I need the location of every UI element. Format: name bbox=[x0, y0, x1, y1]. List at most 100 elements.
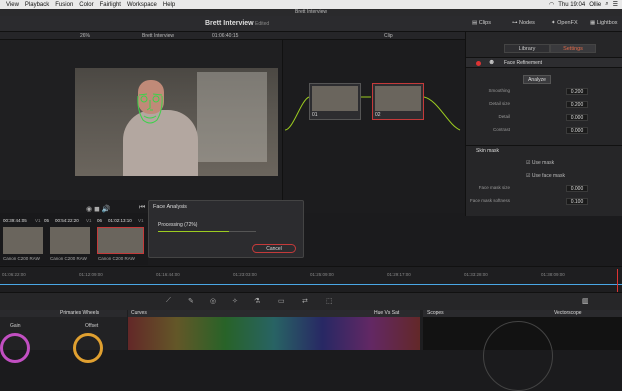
node-02[interactable]: 02 bbox=[372, 83, 424, 120]
blur-tool-icon[interactable]: ▭ bbox=[278, 297, 285, 305]
video-frame[interactable] bbox=[75, 68, 278, 176]
tracker-tool-icon[interactable]: ✧ bbox=[232, 297, 238, 305]
system-menu-bar: View Playback Fusion Color Fairlight Wor… bbox=[0, 0, 622, 9]
sizing-tool-icon[interactable]: ⬚ bbox=[326, 297, 333, 305]
use-face-mask-checkbox[interactable]: ☑ Use face mask bbox=[526, 173, 565, 179]
menu-list-icon[interactable]: ☰ bbox=[613, 1, 618, 8]
timeline-tick-label: 01:12:09:00 bbox=[79, 272, 103, 277]
clip-number: 06 bbox=[97, 218, 103, 223]
audio-icon[interactable]: ◉ ◼ 🔊 bbox=[86, 206, 111, 213]
hue-vs-sat-curve[interactable] bbox=[128, 317, 420, 350]
node-connections bbox=[284, 96, 461, 131]
menu-workspace[interactable]: Workspace bbox=[127, 2, 157, 8]
curves-header: Curves Hue Vs Sat bbox=[128, 310, 420, 317]
scope-type-dropdown[interactable]: Vectorscope bbox=[554, 310, 582, 317]
clips-button[interactable]: ▤ Clips bbox=[472, 20, 491, 26]
clip-timecode: 00:39:44:05 bbox=[3, 218, 27, 223]
key-tool-icon[interactable]: ⇄ bbox=[302, 297, 308, 305]
user-name[interactable]: Ollie bbox=[589, 2, 601, 8]
magic-mask-icon[interactable]: ⚗ bbox=[254, 297, 260, 305]
menu-fairlight[interactable]: Fairlight bbox=[100, 2, 121, 8]
timeline-tick-label: 01:25:09:00 bbox=[310, 272, 334, 277]
clip-timecode: 01:02:13:10 bbox=[108, 218, 132, 223]
zoom-level[interactable]: 26% bbox=[80, 33, 90, 39]
contrast-row: Contrast bbox=[492, 127, 510, 132]
smoothing-value[interactable]: 0.200 bbox=[566, 88, 588, 95]
clip-label: Canon C200 RAW bbox=[3, 256, 40, 261]
offset-label: Offset bbox=[85, 323, 99, 329]
clip-strip: 00:39:44:05 V1 05 00:54:22:20 V1 06 01:0… bbox=[0, 213, 148, 265]
wifi-icon[interactable]: ◠ bbox=[549, 1, 554, 8]
vectorscope-circle bbox=[483, 321, 553, 391]
detail-row: Detail bbox=[498, 114, 510, 119]
clip-label: Canon C200 RAW bbox=[98, 256, 135, 261]
detail-size-value[interactable]: 0.200 bbox=[566, 101, 588, 108]
clock[interactable]: Thu 19:04 bbox=[558, 2, 585, 8]
clip-thumbnail[interactable] bbox=[50, 227, 90, 254]
window-tool-icon[interactable]: ◎ bbox=[210, 297, 216, 305]
section-header: ☻ Face Refinement bbox=[466, 57, 622, 68]
contrast-value[interactable]: 0.000 bbox=[566, 127, 588, 134]
menu-playback[interactable]: Playback bbox=[25, 2, 49, 8]
processing-status: Processing (72%) bbox=[158, 222, 198, 228]
viewer-header: 26% Brett Interview 01:06:40:15 Clip bbox=[0, 32, 465, 40]
clip-timecode: 00:54:22:20 bbox=[55, 218, 79, 223]
node-01[interactable]: 01 bbox=[309, 83, 361, 120]
clip-thumbnail[interactable] bbox=[3, 227, 43, 254]
face-icon: ☻ bbox=[488, 59, 496, 66]
menu-fusion[interactable]: Fusion bbox=[55, 2, 73, 8]
curves-tool-icon[interactable]: ⟋ bbox=[166, 297, 171, 305]
timeline-tick-label: 01:23:03:00 bbox=[233, 272, 257, 277]
tab-settings[interactable]: Settings bbox=[550, 44, 596, 53]
qualifier-tool-icon[interactable]: ✎ bbox=[188, 297, 194, 305]
node-mode-dropdown[interactable]: Clip bbox=[384, 33, 393, 39]
nodes-icon: ⊶ bbox=[512, 20, 520, 26]
face-mask-size-row: Face mask size bbox=[478, 185, 510, 190]
face-mask-size-value[interactable]: 0.000 bbox=[566, 185, 588, 192]
search-icon[interactable]: ⌕ bbox=[605, 1, 608, 8]
timeline-tick-label: 01:16:44:00 bbox=[156, 272, 180, 277]
scopes-header: Scopes Vectorscope bbox=[423, 310, 622, 317]
menu-help[interactable]: Help bbox=[163, 2, 175, 8]
toolbar: Brett Interview Edited ▤ Clips ⊶ Nodes ✦… bbox=[0, 16, 622, 32]
lightbox-button[interactable]: ▦ Lightbox bbox=[590, 20, 618, 26]
timeline-tick-label: 01:06:22:00 bbox=[2, 272, 26, 277]
openfx-button[interactable]: ✦ OpenFX bbox=[551, 20, 578, 26]
vectorscope-display bbox=[423, 317, 622, 391]
clip-track: V1 bbox=[138, 218, 144, 223]
detail-value[interactable]: 0.000 bbox=[566, 114, 588, 121]
clip-thumbnail[interactable] bbox=[97, 227, 144, 254]
gain-wheel[interactable] bbox=[0, 333, 30, 363]
gain-label: Gain bbox=[10, 323, 21, 329]
analyze-button[interactable]: Analyze bbox=[523, 75, 551, 84]
menu-color[interactable]: Color bbox=[79, 2, 93, 8]
clip-track: V1 bbox=[86, 218, 92, 223]
huevsat-dropdown[interactable]: Hue Vs Sat bbox=[374, 310, 399, 317]
palette-toolbar: ⟋ ✎ ◎ ✧ ⚗ ▭ ⇄ ⬚ ▥ bbox=[0, 292, 622, 310]
clip-number: 05 bbox=[44, 218, 50, 223]
clip-track: V1 bbox=[35, 218, 41, 223]
face-tracking-overlay bbox=[137, 93, 163, 124]
skip-back-icon[interactable]: ⏮ bbox=[139, 204, 145, 212]
menu-view[interactable]: View bbox=[6, 2, 19, 8]
smoothing-row: Smoothing bbox=[488, 88, 510, 93]
clip-name-dropdown[interactable]: Brett Interview bbox=[142, 33, 174, 39]
cancel-button[interactable]: Cancel bbox=[252, 244, 296, 253]
scopes-toggle-icon[interactable]: ▥ bbox=[582, 297, 589, 305]
face-mask-softness-value[interactable]: 0.100 bbox=[566, 198, 588, 205]
play-controls[interactable]: ◉ ◼ 🔊 bbox=[86, 205, 111, 213]
clips-icon: ▤ bbox=[472, 20, 479, 26]
tab-library[interactable]: Library bbox=[504, 44, 550, 53]
nodes-button[interactable]: ⊶ Nodes bbox=[512, 20, 535, 26]
mini-timeline[interactable]: 01:06:22:00 01:12:09:00 01:16:44:00 01:23:0… bbox=[0, 266, 622, 293]
playhead[interactable] bbox=[617, 269, 618, 293]
skin-mask-header[interactable]: Skin mask bbox=[466, 145, 622, 154]
lightbox-icon: ▦ bbox=[590, 20, 597, 26]
enable-dot-icon[interactable] bbox=[476, 61, 481, 66]
use-mask-checkbox[interactable]: ☑ Use mask bbox=[526, 160, 554, 166]
clip-label: Canon C200 RAW bbox=[50, 256, 87, 261]
node-editor: 01 02 bbox=[282, 40, 465, 213]
primaries-header: Primaries Wheels bbox=[0, 310, 127, 317]
project-title: Brett Interview bbox=[205, 20, 254, 27]
offset-wheel[interactable] bbox=[73, 333, 103, 363]
